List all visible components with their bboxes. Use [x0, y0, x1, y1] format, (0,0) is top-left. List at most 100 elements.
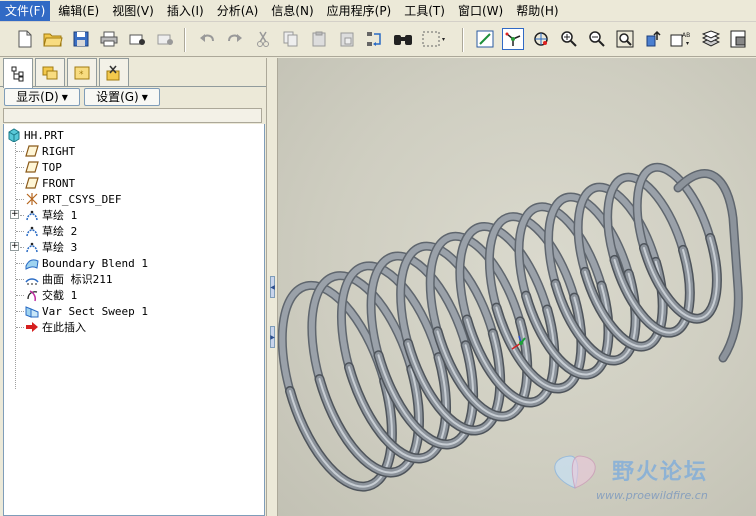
tree-item-insert-here[interactable]: 在此插入 — [24, 319, 86, 335]
menu-help[interactable]: 帮助(H) — [511, 1, 563, 21]
menu-tools[interactable]: 工具(T) — [399, 1, 450, 21]
menu-edit[interactable]: 编辑(E) — [53, 1, 104, 21]
menu-view[interactable]: 视图(V) — [107, 1, 159, 21]
print-icon[interactable] — [98, 28, 120, 50]
tree-item-label: PRT_CSYS_DEF — [42, 192, 122, 206]
sketch-icon — [24, 208, 40, 222]
tree-item-label: RIGHT — [42, 144, 76, 158]
tree-item[interactable]: Boundary Blend 1 — [24, 255, 148, 271]
tree-item[interactable]: Var Sect Sweep 1 — [24, 303, 148, 319]
tree-guide-line — [16, 151, 24, 152]
spin-center-icon[interactable] — [502, 28, 524, 50]
copy-icon[interactable] — [280, 28, 302, 50]
redo-icon[interactable] — [224, 28, 246, 50]
new-file-icon[interactable] — [14, 28, 36, 50]
insert-here-arrow-icon — [24, 320, 40, 334]
menu-insert[interactable]: 插入(I) — [162, 1, 209, 21]
paste-icon[interactable] — [308, 28, 330, 50]
open-folder-icon[interactable] — [42, 28, 64, 50]
reorient-icon[interactable] — [642, 28, 664, 50]
part-icon — [6, 128, 22, 142]
tree-root-label: HH.PRT — [24, 128, 64, 142]
expand-toggle[interactable]: + — [10, 210, 19, 219]
menu-analysis[interactable]: 分析(A) — [212, 1, 264, 21]
collapse-left-icon[interactable]: ◀ — [270, 276, 275, 298]
save-icon[interactable] — [70, 28, 92, 50]
tree-item[interactable]: 草绘 3 — [24, 239, 77, 255]
send-mail-disabled-icon[interactable] — [154, 28, 176, 50]
intersect-icon — [24, 288, 40, 302]
model-setup-icon[interactable] — [728, 28, 750, 50]
regenerate-icon[interactable] — [364, 28, 386, 50]
tree-item[interactable]: PRT_CSYS_DEF — [24, 191, 121, 207]
tree-item[interactable]: 曲面 标识211 — [24, 271, 113, 287]
tab-model-tree[interactable] — [3, 58, 33, 88]
find-icon[interactable] — [392, 28, 414, 50]
tree-root[interactable]: HH.PRT — [6, 127, 64, 143]
menu-applications[interactable]: 应用程序(P) — [322, 1, 397, 21]
menu-bar: 文件(F) 编辑(E) 视图(V) 插入(I) 分析(A) 信息(N) 应用程序… — [0, 0, 756, 22]
saved-views-icon[interactable]: AB — [670, 28, 692, 50]
menu-file[interactable]: 文件(F) — [0, 0, 51, 21]
tab-folder-browser[interactable] — [35, 58, 65, 86]
paste-special-icon[interactable] — [336, 28, 358, 50]
tree-guide-line — [16, 263, 24, 264]
tree-guide-line — [16, 199, 24, 200]
orient-mode-icon[interactable] — [530, 28, 552, 50]
model-tree: HH.PRT RIGHT TOP FRONT PRT_CSYS_DEF + 草绘… — [3, 124, 265, 516]
tree-item[interactable]: RIGHT — [24, 143, 75, 159]
coil-geometry — [278, 162, 743, 492]
tree-item-label: FRONT — [42, 176, 76, 190]
menu-window[interactable]: 窗口(W) — [453, 1, 508, 21]
panel-splitter[interactable]: ◀ ▶ — [266, 58, 278, 516]
expand-right-icon[interactable]: ▶ — [270, 326, 275, 348]
menu-info[interactable]: 信息(N) — [266, 1, 318, 21]
tree-item[interactable]: 草绘 1 — [24, 207, 77, 223]
svg-text:AB: AB — [682, 32, 690, 39]
select-box-icon[interactable] — [420, 28, 448, 50]
tree-item[interactable]: TOP — [24, 159, 62, 175]
tree-item-label: 曲面 标识211 — [42, 273, 113, 286]
tab-connections[interactable] — [99, 58, 129, 86]
cut-icon[interactable] — [252, 28, 274, 50]
svg-text:*: * — [79, 70, 84, 80]
surface-icon — [24, 272, 40, 286]
chevron-down-icon: ▼ — [61, 93, 68, 102]
zoom-in-icon[interactable] — [558, 28, 580, 50]
watermark-title: 野火论坛 — [612, 460, 709, 485]
settings-button-label: 设置(G) — [96, 90, 139, 104]
main-toolbar: AB — [0, 23, 756, 57]
tree-column-header — [3, 108, 262, 123]
tree-guide-line — [16, 295, 24, 296]
graphics-viewport[interactable] — [278, 58, 756, 516]
display-dropdown-button[interactable]: 显示(D) ▼ — [4, 88, 80, 106]
settings-dropdown-button[interactable]: 设置(G) ▼ — [84, 88, 160, 106]
sketch-icon — [24, 240, 40, 254]
tree-item-label: Boundary Blend 1 — [42, 256, 148, 270]
tab-favorites[interactable]: * — [67, 58, 97, 86]
datum-plane-icon — [24, 176, 40, 190]
send-mail-icon[interactable] — [126, 28, 148, 50]
coordinate-system-icon — [24, 192, 40, 206]
tree-guide-line — [15, 143, 16, 389]
layers-icon[interactable] — [700, 28, 722, 50]
sketch-icon — [24, 224, 40, 238]
boundary-blend-icon — [24, 256, 40, 270]
tree-item-label: 草绘 3 — [42, 241, 78, 254]
undo-icon[interactable] — [196, 28, 218, 50]
tree-item[interactable]: FRONT — [24, 175, 75, 191]
datum-plane-icon — [24, 160, 40, 174]
tree-guide-line — [16, 231, 24, 232]
tree-item[interactable]: 草绘 2 — [24, 223, 77, 239]
tree-guide-line — [16, 167, 24, 168]
tree-guide-line — [16, 327, 24, 328]
tree-item-label: TOP — [42, 160, 62, 174]
refit-icon[interactable] — [614, 28, 636, 50]
zoom-out-icon[interactable] — [586, 28, 608, 50]
chevron-down-icon: ▼ — [141, 93, 148, 102]
expand-toggle[interactable]: + — [10, 242, 19, 251]
toolbar-separator — [462, 28, 464, 52]
tree-item[interactable]: 交截 1 — [24, 287, 77, 303]
tree-guide-line — [16, 279, 24, 280]
repaint-icon[interactable] — [474, 28, 496, 50]
